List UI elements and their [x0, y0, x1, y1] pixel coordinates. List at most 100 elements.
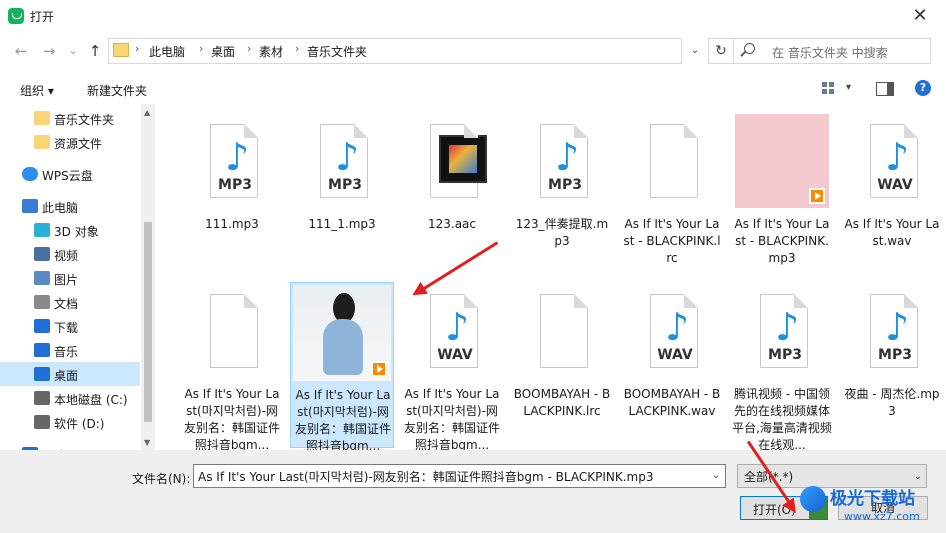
sidebar-item-label: 软件 (D:) [54, 417, 105, 431]
preview-pane-icon[interactable] [876, 82, 894, 96]
sidebar-item[interactable]: 文档 [0, 290, 140, 314]
view-grid-icon[interactable] [822, 82, 836, 96]
navigation-pane: 音乐文件夹资源文件 WPS云盘此电脑 3D 对象视频图片 文档下载音乐桌面 本地磁盘 (… [0, 104, 155, 450]
sidebar-item[interactable]: 视频 [0, 242, 140, 266]
breadcrumb-music-folder[interactable]: 音乐文件夹 [307, 43, 367, 60]
file-name: 123.aac [427, 217, 477, 231]
picture-icon [34, 271, 50, 285]
search-icon [744, 43, 755, 54]
thumbnail-icon [735, 114, 829, 208]
file-name: As If It's Your Last.wav [844, 217, 940, 248]
scroll-up-icon[interactable]: ▲ [144, 108, 150, 117]
organize-button[interactable]: 组织 ▾ [20, 82, 54, 99]
folder-icon [113, 43, 129, 57]
refresh-button[interactable]: ↻ [708, 38, 734, 64]
desktop-icon [34, 367, 50, 381]
file-item[interactable]: ♪ MP3 夜曲 - 周杰伦.mp3 [840, 282, 944, 448]
scroll-down-icon[interactable]: ▼ [144, 438, 150, 447]
sidebar-item-label: 视频 [54, 249, 79, 263]
sidebar-item[interactable]: 软件 (D:) [0, 410, 140, 434]
file-format-label: MP3 [328, 177, 362, 193]
scrollbar-thumb[interactable] [144, 222, 152, 422]
up-button[interactable]: ↑ [84, 40, 106, 62]
file-name: As If It's Your Last(마지막처럼)-网友别名：韩国证件照抖音… [294, 388, 391, 453]
breadcrumb-assets[interactable]: 素材 [259, 43, 283, 60]
app-icon [8, 8, 24, 24]
address-dropdown-button[interactable]: ⌄ [684, 39, 706, 63]
file-item[interactable]: ♪ WAV As If It's Your Last(마지막처럼)-网友别名：韩国证… [400, 282, 504, 452]
filename-input[interactable]: As If It's Your Last(마지막처럼)-网友别名：韩国证件照抖音… [193, 464, 726, 488]
file-item[interactable]: ♪ MP3 111_1.mp3 [290, 112, 394, 278]
drive-icon [34, 391, 50, 405]
watermark-logo-icon [800, 486, 826, 512]
audio-file-icon: ♪ MP3 [752, 292, 812, 372]
chevron-right-icon: › [295, 42, 300, 55]
close-button[interactable]: ✕ [900, 2, 940, 30]
file-item[interactable]: As If It's Your Last(마지막처럼)-网友别名：韩国证件照抖音… [180, 282, 284, 452]
sidebar-item[interactable]: WPS云盘 [0, 162, 140, 186]
search-box[interactable]: 在 音乐文件夹 中搜索 [733, 38, 931, 64]
sidebar-item[interactable]: 本地磁盘 (C:) [0, 386, 140, 410]
file-name: BOOMBAYAH - BLACKPINK.wav [623, 387, 721, 418]
sidebar-item-label: 音乐文件夹 [54, 113, 115, 127]
file-item[interactable]: ♪ MP3 123_伴奏提取.mp3 [510, 112, 614, 278]
sidebar-item[interactable]: 桌面 [0, 362, 140, 386]
file-item[interactable]: As If It's Your Last - BLACKPINK.lrc [620, 112, 724, 278]
sidebar-item[interactable]: 资源文件 [0, 130, 140, 154]
sidebar-scrollbar[interactable]: ▲ ▼ [141, 104, 155, 450]
cube-icon [34, 223, 50, 237]
breadcrumb-this-pc[interactable]: 此电脑 [149, 43, 185, 60]
file-format-label: MP3 [878, 347, 912, 363]
file-item[interactable]: BOOMBAYAH - BLACKPINK.lrc [510, 282, 614, 448]
download-icon [34, 319, 50, 333]
sidebar-item[interactable]: 3D 对象 [0, 218, 140, 242]
file-item[interactable]: ♪ WAV As If It's Your Last.wav [840, 112, 944, 278]
sidebar-item[interactable]: 音乐 [0, 338, 140, 362]
sidebar-item-label: 资源文件 [54, 137, 103, 151]
sidebar-item[interactable]: 音乐文件夹 [0, 106, 140, 130]
file-item[interactable]: As If It's Your Last - BLACKPINK.mp3 [730, 112, 834, 278]
file-item[interactable]: ♪ WAV BOOMBAYAH - BLACKPINK.wav [620, 282, 724, 448]
file-format-label: WAV [877, 177, 913, 193]
navigation-bar: ← → ⌄ ↑ › 此电脑 › 桌面 › 素材 › 音乐文件夹 ⌄ ↻ 在 音乐… [0, 32, 946, 70]
sidebar-item[interactable]: 图片 [0, 266, 140, 290]
folder-icon [34, 135, 50, 149]
sidebar-item-label: 此电脑 [42, 201, 79, 215]
file-item[interactable]: 123.aac [400, 112, 504, 278]
filename-dropdown-button[interactable]: ⌄ [706, 465, 726, 487]
view-dropdown-icon[interactable]: ▾ [846, 82, 851, 93]
help-icon[interactable]: ? [915, 80, 931, 96]
chevron-right-icon: › [247, 42, 252, 55]
file-item[interactable]: ♪ MP3 腾讯视频 - 中国领先的在线视频媒体平台,海量高清视频在线观... [730, 282, 834, 452]
blank-file-icon [532, 292, 592, 372]
file-name: 夜曲 - 周杰伦.mp3 [844, 387, 940, 418]
thumbnail-icon [293, 285, 391, 381]
forward-button[interactable]: → [38, 40, 60, 62]
sidebar-item-label: 下载 [54, 321, 79, 335]
file-item[interactable]: As If It's Your Last(마지막처럼)-网友别名：韩国证件照抖音… [290, 282, 394, 453]
title-bar: 打开 ✕ [0, 0, 946, 32]
address-bar[interactable]: › 此电脑 › 桌面 › 素材 › 音乐文件夹 [108, 38, 682, 64]
back-button[interactable]: ← [10, 40, 32, 62]
sidebar-item-label: 音乐 [54, 345, 79, 359]
search-input[interactable]: 在 音乐文件夹 中搜索 [772, 44, 888, 61]
breadcrumb-desktop[interactable]: 桌面 [211, 43, 235, 60]
sidebar-item[interactable]: 此电脑 [0, 194, 140, 218]
filename-label: 文件名(N): [132, 472, 191, 486]
file-name: BOOMBAYAH - BLACKPINK.lrc [513, 387, 611, 418]
file-item[interactable]: ♪ MP3 111.mp3 [180, 112, 284, 278]
new-folder-button[interactable]: 新建文件夹 [87, 82, 147, 99]
recent-locations-button[interactable]: ⌄ [62, 40, 84, 62]
computer-icon [22, 199, 38, 213]
file-format-label: WAV [657, 347, 693, 363]
video-file-icon [422, 122, 487, 202]
blank-file-icon [202, 292, 262, 372]
folder-icon [34, 111, 50, 125]
watermark-text: 极光下载站 [830, 489, 915, 509]
sidebar-item-label: 3D 对象 [54, 225, 99, 239]
file-format-label: WAV [437, 347, 473, 363]
sidebar-item[interactable]: 网络 [0, 442, 140, 450]
file-format-label: MP3 [218, 177, 252, 193]
sidebar-item[interactable]: 下载 [0, 314, 140, 338]
audio-file-icon: ♪ WAV [642, 292, 702, 372]
